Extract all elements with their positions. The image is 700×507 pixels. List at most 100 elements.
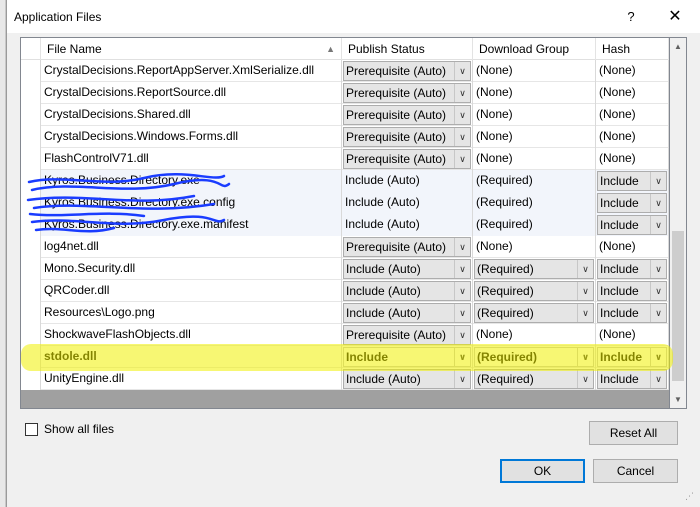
- hash-cell[interactable]: Include ∨: [596, 170, 669, 192]
- table-row[interactable]: Kyros.Business.Directory.exe.config Inclu…: [21, 192, 669, 214]
- chevron-down-icon[interactable]: ∨: [454, 260, 470, 278]
- publish-status-dropdown[interactable]: Include (Auto) ∨: [343, 369, 471, 389]
- download-group-dropdown[interactable]: (Required) ∨: [474, 369, 594, 389]
- chevron-down-icon[interactable]: ∨: [454, 304, 470, 322]
- hash-cell[interactable]: (None): [596, 82, 669, 104]
- show-all-files-option[interactable]: Show all files: [25, 422, 114, 436]
- chevron-down-icon[interactable]: ∨: [454, 150, 470, 168]
- chevron-down-icon[interactable]: ∨: [650, 194, 666, 212]
- table-row[interactable]: Mono.Security.dll Include (Auto) ∨ (Require…: [21, 258, 669, 280]
- download-group-dropdown[interactable]: (Required) ∨: [474, 259, 594, 279]
- publish-status-dropdown[interactable]: Prerequisite (Auto) ∨: [343, 61, 471, 81]
- file-name-cell[interactable]: QRCoder.dll: [41, 280, 342, 302]
- publish-status-cell[interactable]: Include (Auto) ∨: [342, 280, 473, 302]
- publish-status-cell[interactable]: Include (Auto) ∨: [342, 258, 473, 280]
- hash-dropdown[interactable]: Include ∨: [597, 369, 667, 389]
- hash-dropdown[interactable]: Include ∨: [597, 171, 667, 191]
- download-group-dropdown[interactable]: (Required) ∨: [474, 281, 594, 301]
- chevron-down-icon[interactable]: ∨: [577, 304, 593, 322]
- chevron-down-icon[interactable]: ∨: [454, 62, 470, 80]
- row-selector[interactable]: [21, 258, 41, 280]
- table-row[interactable]: CrystalDecisions.Shared.dll Prerequisite …: [21, 104, 669, 126]
- publish-status-dropdown[interactable]: Include (Auto) ∨: [343, 303, 471, 323]
- file-name-cell[interactable]: UnityEngine.dll: [41, 368, 342, 390]
- show-all-files-checkbox[interactable]: [25, 422, 38, 436]
- chevron-down-icon[interactable]: ∨: [650, 260, 666, 278]
- file-name-cell[interactable]: log4net.dll: [41, 236, 342, 258]
- publish-status-cell[interactable]: Include (Auto): [342, 192, 473, 214]
- download-group-cell[interactable]: (Required) ∨: [473, 302, 596, 324]
- help-button[interactable]: ?: [619, 6, 643, 28]
- publish-status-cell[interactable]: Include (Auto): [342, 214, 473, 236]
- download-group-cell[interactable]: (Required): [473, 192, 596, 214]
- resize-grip-icon[interactable]: ⋰: [685, 491, 697, 503]
- file-name-cell[interactable]: FlashControlV71.dll: [41, 148, 342, 170]
- chevron-down-icon[interactable]: ∨: [577, 260, 593, 278]
- download-group-cell[interactable]: (Required) ∨: [473, 280, 596, 302]
- publish-status-dropdown[interactable]: Include (Auto) ∨: [343, 259, 471, 279]
- header-hash[interactable]: Hash: [596, 38, 669, 60]
- table-row[interactable]: Resources\Logo.png Include (Auto) ∨ (Requir…: [21, 302, 669, 324]
- reset-all-button[interactable]: Reset All: [589, 421, 678, 445]
- download-group-cell[interactable]: (Required) ∨: [473, 368, 596, 390]
- publish-status-dropdown[interactable]: Prerequisite (Auto) ∨: [343, 127, 471, 147]
- header-download-group[interactable]: Download Group: [473, 38, 596, 60]
- publish-status-dropdown[interactable]: Prerequisite (Auto) ∨: [343, 149, 471, 169]
- publish-status-cell[interactable]: Prerequisite (Auto) ∨: [342, 324, 473, 346]
- chevron-down-icon[interactable]: ∨: [454, 282, 470, 300]
- chevron-down-icon[interactable]: ∨: [577, 282, 593, 300]
- file-name-cell[interactable]: Resources\Logo.png: [41, 302, 342, 324]
- header-publish-status[interactable]: Publish Status: [342, 38, 473, 60]
- hash-cell[interactable]: (None): [596, 104, 669, 126]
- hash-cell[interactable]: (None): [596, 324, 669, 346]
- publish-status-dropdown[interactable]: Prerequisite (Auto) ∨: [343, 105, 471, 125]
- chevron-down-icon[interactable]: ∨: [454, 84, 470, 102]
- scroll-thumb[interactable]: [672, 231, 684, 381]
- hash-dropdown[interactable]: Include ∨: [597, 259, 667, 279]
- download-group-cell[interactable]: (Required): [473, 214, 596, 236]
- row-selector[interactable]: [21, 368, 41, 390]
- hash-cell[interactable]: Include ∨: [596, 368, 669, 390]
- hash-cell[interactable]: Include ∨: [596, 280, 669, 302]
- hash-cell[interactable]: Include ∨: [596, 258, 669, 280]
- file-name-cell[interactable]: CrystalDecisions.ReportAppServer.XmlSeri…: [41, 60, 342, 82]
- hash-cell[interactable]: (None): [596, 236, 669, 258]
- hash-dropdown[interactable]: Include ∨: [597, 303, 667, 323]
- chevron-down-icon[interactable]: ∨: [454, 370, 470, 388]
- header-file-name[interactable]: File Name ▲: [41, 38, 342, 60]
- row-selector[interactable]: [21, 236, 41, 258]
- publish-status-dropdown[interactable]: Prerequisite (Auto) ∨: [343, 325, 471, 345]
- publish-status-cell[interactable]: Include (Auto): [342, 170, 473, 192]
- chevron-down-icon[interactable]: ∨: [650, 216, 666, 234]
- table-row[interactable]: FlashControlV71.dll Prerequisite (Auto) ∨ (…: [21, 148, 669, 170]
- chevron-down-icon[interactable]: ∨: [454, 128, 470, 146]
- download-group-cell[interactable]: (None): [473, 82, 596, 104]
- hash-cell[interactable]: Include ∨: [596, 302, 669, 324]
- row-selector[interactable]: [21, 82, 41, 104]
- publish-status-dropdown[interactable]: Include (Auto) ∨: [343, 281, 471, 301]
- publish-status-cell[interactable]: Prerequisite (Auto) ∨: [342, 60, 473, 82]
- file-name-cell[interactable]: Kyros.Business.Directory.exe.config: [41, 192, 342, 214]
- scroll-down-icon[interactable]: ▼: [670, 391, 686, 408]
- download-group-cell[interactable]: (None): [473, 104, 596, 126]
- publish-status-cell[interactable]: Prerequisite (Auto) ∨: [342, 126, 473, 148]
- publish-status-cell[interactable]: Prerequisite (Auto) ∨: [342, 236, 473, 258]
- download-group-cell[interactable]: (Required): [473, 170, 596, 192]
- publish-status-dropdown[interactable]: Prerequisite (Auto) ∨: [343, 83, 471, 103]
- table-row[interactable]: UnityEngine.dll Include (Auto) ∨ (Required)…: [21, 368, 669, 390]
- hash-cell[interactable]: (None): [596, 148, 669, 170]
- publish-status-cell[interactable]: Prerequisite (Auto) ∨: [342, 82, 473, 104]
- download-group-cell[interactable]: (None): [473, 126, 596, 148]
- chevron-down-icon[interactable]: ∨: [650, 304, 666, 322]
- row-selector[interactable]: [21, 280, 41, 302]
- download-group-cell[interactable]: (None): [473, 236, 596, 258]
- table-row[interactable]: QRCoder.dll Include (Auto) ∨ (Required) ∨ Inc…: [21, 280, 669, 302]
- row-selector[interactable]: [21, 302, 41, 324]
- download-group-cell[interactable]: (None): [473, 60, 596, 82]
- table-row[interactable]: Kyros.Business.Directory.exe Include (Aut…: [21, 170, 669, 192]
- cancel-button[interactable]: Cancel: [593, 459, 678, 483]
- row-selector[interactable]: [21, 170, 41, 192]
- row-selector[interactable]: [21, 126, 41, 148]
- table-row[interactable]: CrystalDecisions.ReportAppServer.XmlSeri…: [21, 60, 669, 82]
- file-name-cell[interactable]: CrystalDecisions.ReportSource.dll: [41, 82, 342, 104]
